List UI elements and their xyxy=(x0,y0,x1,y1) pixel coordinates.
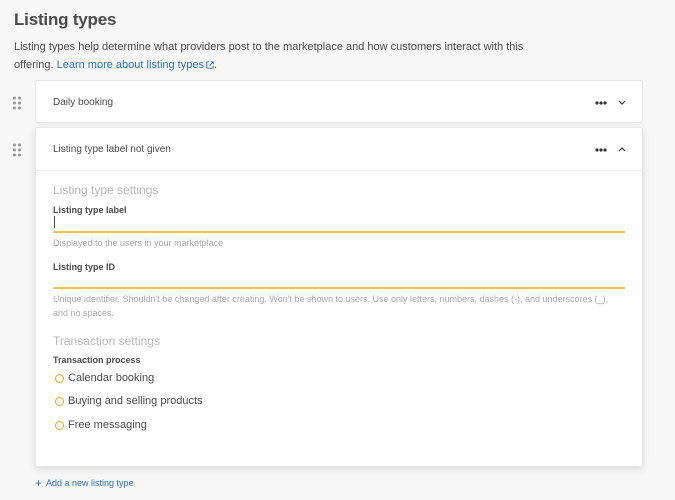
radio-circle-icon[interactable] xyxy=(55,396,64,406)
card-header[interactable]: Listing type label not given xyxy=(36,128,642,171)
listing-type-card-expanded: Listing type label not given Listing typ… xyxy=(35,127,643,467)
transaction-settings-title: Transaction settings xyxy=(53,334,160,348)
learn-more-label: Learn more about listing types xyxy=(56,59,204,71)
listing-type-label-input[interactable] xyxy=(53,211,625,233)
listing-type-id-help: Unique identifier. Shouldn't be changed … xyxy=(53,294,609,318)
add-listing-type-link[interactable]: + Add a new listing type xyxy=(35,477,134,489)
learn-more-link[interactable]: Learn more about listing types xyxy=(57,59,204,71)
card-header[interactable]: Daily booking xyxy=(36,81,642,124)
chevron-up-icon[interactable] xyxy=(618,128,626,171)
listing-settings-title: Listing type settings xyxy=(53,183,159,197)
drag-handle-icon[interactable] xyxy=(12,96,22,110)
card-title: Daily booking xyxy=(53,97,114,108)
external-link-icon xyxy=(206,61,214,69)
radio-buying-selling[interactable]: Buying and selling products xyxy=(55,395,203,407)
page-title: Listing types xyxy=(14,10,117,29)
more-options-icon[interactable] xyxy=(595,128,607,171)
text-caret xyxy=(54,216,55,228)
radio-circle-icon[interactable] xyxy=(55,373,64,383)
radio-calendar-booking[interactable]: Calendar booking xyxy=(55,372,154,384)
more-options-icon[interactable] xyxy=(595,81,607,124)
drag-handle-icon[interactable] xyxy=(12,143,22,157)
radio-free-messaging[interactable]: Free messaging xyxy=(55,419,147,431)
radio-label: Free messaging xyxy=(68,419,147,431)
listing-type-label-help: Displayed to the users in your marketpla… xyxy=(53,238,224,248)
plus-icon: + xyxy=(35,476,43,490)
radio-label: Buying and selling products xyxy=(68,395,203,407)
radio-circle-icon[interactable] xyxy=(55,420,64,430)
card-title: Listing type label not given xyxy=(53,143,171,155)
chevron-down-icon[interactable] xyxy=(618,81,626,124)
radio-label: Calendar booking xyxy=(68,372,155,384)
transaction-process-label: Transaction process xyxy=(53,355,141,365)
listing-type-card-daily-booking[interactable]: Daily booking xyxy=(35,80,643,123)
intro-text: Listing types help determine what provid… xyxy=(14,41,524,71)
add-listing-type-label: Add a new listing type xyxy=(46,478,134,488)
listing-type-id-input[interactable] xyxy=(53,267,625,289)
